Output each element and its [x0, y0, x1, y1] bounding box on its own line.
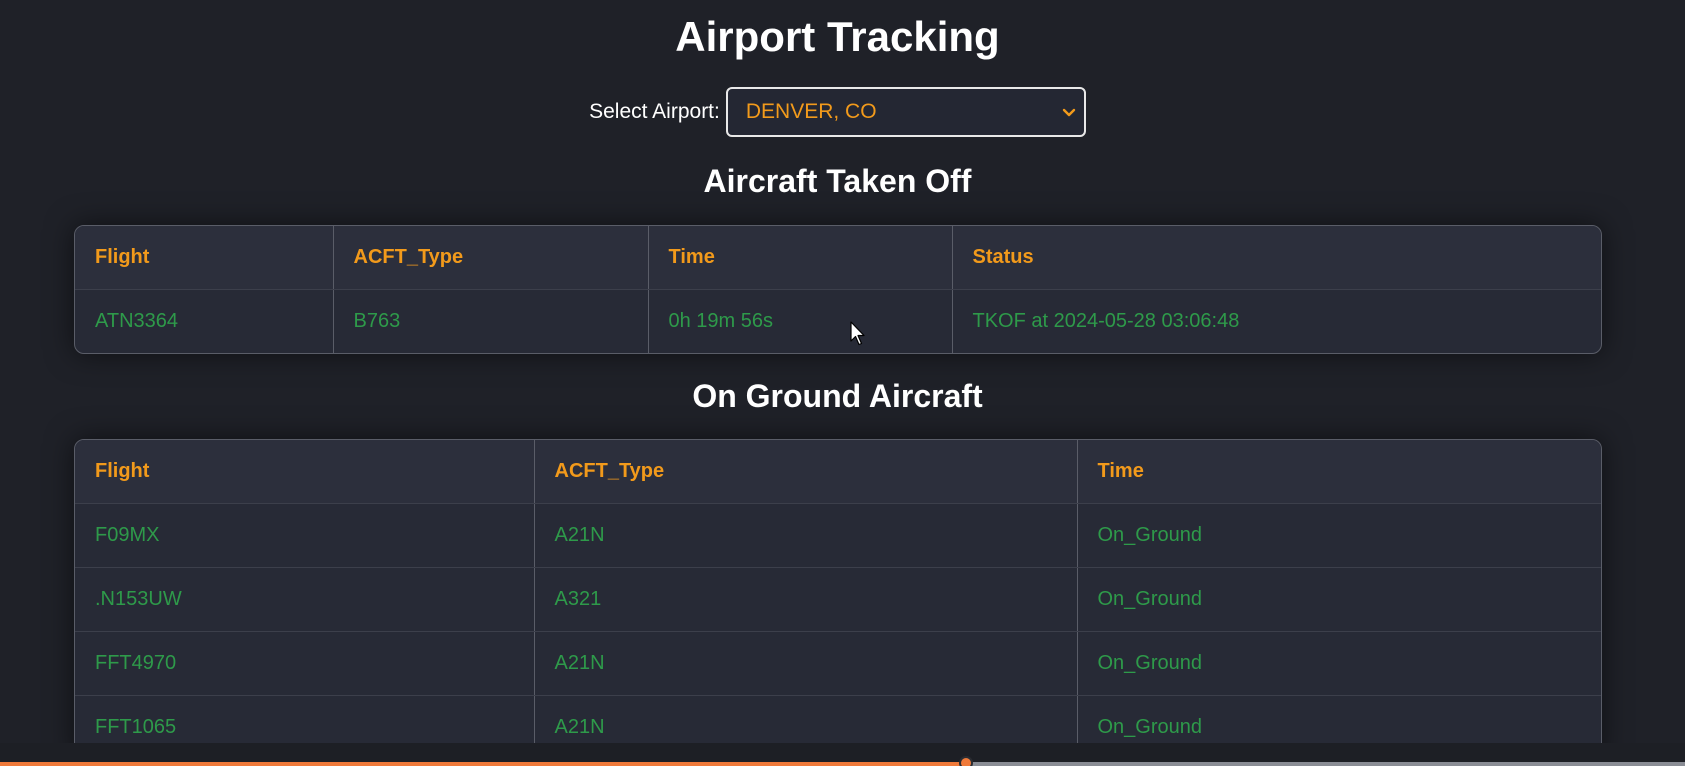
chevron-down-icon — [1060, 103, 1078, 121]
column-header-acft-type: ACFT_Type — [333, 226, 649, 290]
cell-flight: FFT4970 — [75, 631, 535, 696]
taken-off-table: Flight ACFT_Type Time Status ATN3364 B76… — [74, 225, 1602, 354]
mouse-cursor-icon — [850, 321, 865, 346]
table-header-row: Flight ACFT_Type Time Status — [75, 226, 1601, 290]
table-row: F09MX A21N On_Ground — [75, 503, 1601, 568]
cell-acft-type: A21N — [534, 503, 1078, 568]
cell-acft-type: A21N — [534, 631, 1078, 696]
cell-time: 0h 19m 56s — [648, 289, 953, 353]
cell-time: On_Ground — [1077, 631, 1601, 696]
cell-flight: .N153UW — [75, 567, 535, 632]
airport-select[interactable]: DENVER, CO — [725, 87, 1086, 137]
cell-acft-type: A321 — [534, 567, 1078, 632]
select-airport-label: Select Airport: — [589, 100, 720, 123]
airport-select-value: DENVER, CO — [745, 100, 877, 123]
column-header-flight: Flight — [75, 440, 535, 504]
video-progress-fill — [0, 762, 966, 766]
airport-selector-row: Select Airport: DENVER, CO — [0, 87, 1675, 137]
taken-off-section-title: Aircraft Taken Off — [703, 163, 972, 199]
on-ground-table: Flight ACFT_Type Time F09MX A21N On_Grou… — [74, 439, 1602, 760]
column-header-acft-type: ACFT_Type — [534, 440, 1078, 504]
page-title: Airport Tracking — [675, 13, 1000, 60]
cell-flight: F09MX — [75, 503, 535, 568]
column-header-flight: Flight — [75, 226, 334, 290]
cell-flight: ATN3364 — [75, 289, 334, 353]
cell-acft-type: B763 — [333, 289, 649, 353]
cell-time: On_Ground — [1077, 567, 1601, 632]
column-header-status: Status — [952, 226, 1601, 290]
video-progress-handle[interactable] — [958, 756, 973, 766]
cell-status: TKOF at 2024-05-28 03:06:48 — [972, 310, 1240, 332]
column-header-time: Time — [648, 226, 953, 290]
table-header-row: Flight ACFT_Type Time — [75, 440, 1601, 504]
on-ground-section-title: On Ground Aircraft — [692, 378, 983, 414]
table-row: ATN3364 B763 0h 19m 56s TKOF at 2024-05-… — [75, 289, 1601, 353]
table-row: .N153UW A321 On_Ground — [75, 567, 1601, 632]
page: Airport Tracking Select Airport: DENVER,… — [0, 0, 1685, 766]
video-progress-bar[interactable] — [0, 756, 1685, 766]
cell-time: On_Ground — [1077, 503, 1601, 568]
column-header-time: Time — [1077, 440, 1601, 504]
table-row: FFT4970 A21N On_Ground — [75, 631, 1601, 696]
